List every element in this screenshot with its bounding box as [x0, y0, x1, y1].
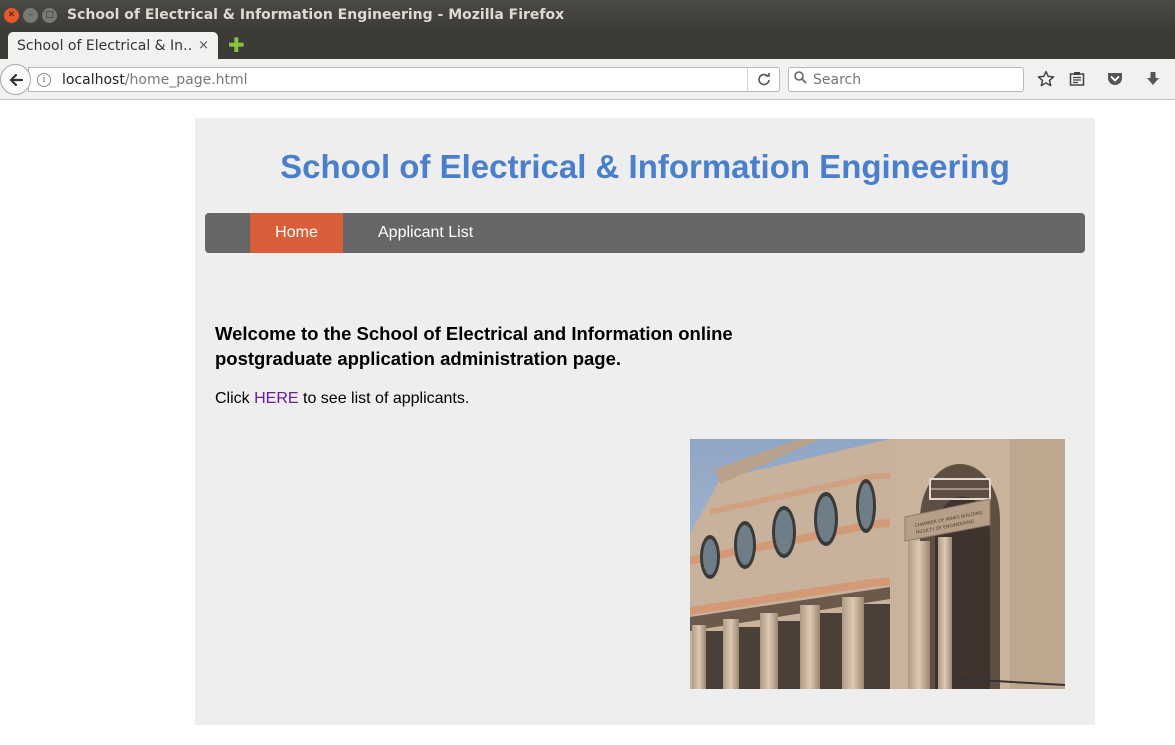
back-arrow-icon[interactable]: [0, 64, 31, 95]
main-container: School of Electrical & Information Engin…: [195, 118, 1095, 725]
window-minimize-button[interactable]: –: [23, 8, 38, 23]
window-title: School of Electrical & Information Engin…: [67, 7, 565, 23]
url-bar[interactable]: i localhost/home_page.html: [28, 67, 780, 92]
new-tab-icon[interactable]: ✚: [228, 35, 245, 55]
tab-title: School of Electrical & In…: [17, 37, 193, 54]
window-close-button[interactable]: ✕: [4, 8, 19, 23]
tab-strip: School of Electrical & In… × ✚: [0, 32, 1175, 59]
search-icon: [794, 71, 807, 88]
reading-list-icon[interactable]: [1066, 68, 1088, 90]
reload-icon[interactable]: [747, 68, 779, 91]
page-viewport: School of Electrical & Information Engin…: [0, 100, 1175, 745]
building-photo: CHAMBER OF MINES BUILDING FACULTY OF ENG…: [690, 439, 1065, 689]
url-host: localhost: [62, 71, 125, 88]
instruction-suffix: to see list of applicants.: [298, 390, 470, 407]
window-titlebar: ✕ – □ School of Electrical & Information…: [0, 0, 1175, 32]
main-menu: Home Applicant List: [205, 213, 1085, 253]
welcome-heading: Welcome to the School of Electrical and …: [215, 323, 733, 369]
star-icon[interactable]: [1035, 68, 1057, 90]
navigation-toolbar: i localhost/home_page.html: [0, 59, 1175, 100]
tab-close-icon[interactable]: ×: [198, 38, 209, 53]
download-icon[interactable]: [1142, 68, 1164, 90]
search-input[interactable]: [813, 71, 1013, 88]
menu-item-applicant-list[interactable]: Applicant List: [378, 213, 473, 253]
search-bar[interactable]: [788, 67, 1024, 92]
applicants-instruction: Click HERE to see list of applicants.: [215, 390, 469, 408]
instruction-prefix: Click: [215, 390, 255, 407]
here-link[interactable]: HERE: [254, 390, 298, 407]
pocket-icon[interactable]: [1104, 68, 1126, 90]
window-maximize-button[interactable]: □: [42, 8, 57, 23]
tab-active[interactable]: School of Electrical & In… ×: [8, 32, 218, 59]
url-text[interactable]: localhost/home_page.html: [62, 72, 248, 88]
window-controls: ✕ – □: [4, 8, 57, 23]
url-path: /home_page.html: [124, 71, 248, 88]
page-title: School of Electrical & Information Engin…: [280, 148, 1010, 185]
info-icon[interactable]: i: [37, 72, 51, 87]
menu-item-home[interactable]: Home: [250, 213, 343, 253]
